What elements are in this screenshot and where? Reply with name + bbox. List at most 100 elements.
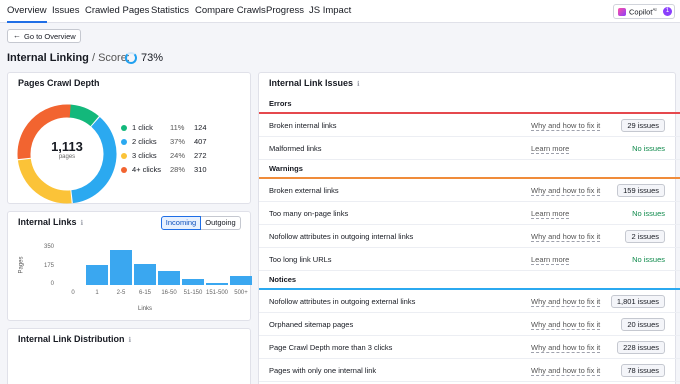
y-tick-label: 175 bbox=[43, 262, 54, 269]
issue-name[interactable]: Orphaned sitemap pages bbox=[269, 320, 353, 329]
tab-issues[interactable]: Issues bbox=[52, 0, 79, 23]
legend-count: 310 bbox=[194, 165, 207, 174]
issues-count-badge[interactable]: 78 issues bbox=[621, 364, 665, 377]
tab-overview[interactable]: Overview bbox=[7, 0, 47, 23]
y-tick-label: 0 bbox=[50, 281, 54, 287]
tab-js-impact[interactable]: JS Impact bbox=[309, 0, 351, 23]
issue-row[interactable]: Nofollow attributes in outgoing internal… bbox=[259, 225, 680, 248]
internal-links-card: Internal Links ℹ Incoming Outgoing Pages … bbox=[7, 211, 252, 322]
issue-name[interactable]: Nofollow attributes in outgoing internal… bbox=[269, 232, 413, 241]
legend-dot bbox=[121, 153, 127, 159]
issue-row[interactable]: Too many on-page links Learn more No issue… bbox=[259, 202, 680, 225]
donut-slice[interactable] bbox=[66, 104, 99, 127]
legend-pct: 11% bbox=[170, 123, 185, 132]
top-navigation: Overview Issues Crawled Pages Statistics… bbox=[0, 0, 680, 23]
issues-count-badge[interactable]: 1,801 issues bbox=[610, 295, 665, 308]
issue-row[interactable]: Broken internal links Why and how to fix … bbox=[259, 114, 680, 137]
links-chart: 350 175 0 0 1 2-5 6-15 16-50 51-150 151-500 500+ bbox=[8, 212, 252, 322]
legend-count: 124 bbox=[194, 123, 207, 132]
arrow-left-icon: ← bbox=[13, 31, 21, 40]
donut-total-label: pages bbox=[58, 154, 76, 160]
x-tick-label: 1 bbox=[95, 290, 99, 296]
help-link[interactable]: Why and how to fix it bbox=[531, 320, 601, 330]
issues-count-badge[interactable]: 2 issues bbox=[625, 230, 665, 243]
legend-pct: 24% bbox=[170, 151, 186, 160]
tab-progress[interactable]: Progress bbox=[266, 0, 304, 23]
score-ring-icon bbox=[125, 52, 137, 64]
legend-count: 272 bbox=[194, 151, 207, 160]
x-tick-label: 51-150 bbox=[183, 290, 203, 296]
issue-name[interactable]: Too many on-page links bbox=[269, 209, 348, 218]
section-heading: Notices bbox=[269, 275, 297, 284]
help-link[interactable]: Learn more bbox=[531, 209, 570, 219]
legend-count: 407 bbox=[194, 137, 207, 146]
issue-row[interactable]: Nofollow attributes in outgoing external… bbox=[259, 290, 680, 313]
chart-bar[interactable] bbox=[206, 282, 228, 285]
donut-slice[interactable] bbox=[17, 158, 72, 204]
info-icon[interactable]: ℹ bbox=[129, 337, 132, 344]
help-link[interactable]: Learn more bbox=[531, 255, 570, 265]
chart-bar[interactable] bbox=[86, 265, 108, 285]
copilot-ai-sup: AI bbox=[652, 7, 657, 12]
legend-dot bbox=[121, 139, 127, 145]
legend-label: 3 clicks bbox=[132, 151, 157, 160]
no-issues-text: No issues bbox=[632, 255, 665, 264]
page-title: Internal Linking / Score: bbox=[7, 52, 130, 64]
tab-statistics[interactable]: Statistics bbox=[151, 0, 189, 23]
tab-crawled-pages[interactable]: Crawled Pages bbox=[85, 0, 149, 23]
issue-name[interactable]: Broken external links bbox=[269, 186, 339, 195]
help-link[interactable]: Why and how to fix it bbox=[531, 297, 601, 307]
issue-row[interactable]: Orphaned sitemap pages Why and how to fix… bbox=[259, 313, 680, 336]
info-icon[interactable]: ℹ bbox=[357, 81, 360, 88]
x-tick-label: 0 bbox=[71, 290, 75, 296]
legend-label: 4+ clicks bbox=[132, 165, 161, 174]
help-link[interactable]: Why and how to fix it bbox=[531, 232, 601, 242]
chart-bar[interactable] bbox=[182, 278, 204, 285]
copilot-count-badge: 1 bbox=[663, 7, 672, 16]
score-value: 73% bbox=[141, 52, 164, 64]
issues-count-badge[interactable]: 228 issues bbox=[617, 341, 665, 354]
issue-name[interactable]: Too long link URLs bbox=[269, 255, 332, 264]
go-to-overview-button[interactable]: ← Go to Overview bbox=[7, 29, 81, 43]
help-link[interactable]: Why and how to fix it bbox=[531, 366, 601, 376]
issue-row[interactable]: Malformed links Learn more No issues bbox=[259, 137, 680, 160]
help-link[interactable]: Why and how to fix it bbox=[531, 343, 601, 353]
legend-dot bbox=[121, 167, 127, 173]
issue-name[interactable]: Page Crawl Depth more than 3 clicks bbox=[269, 343, 392, 352]
help-link[interactable]: Why and how to fix it bbox=[531, 121, 601, 131]
issues-count-badge[interactable]: 29 issues bbox=[621, 119, 665, 132]
issue-row[interactable]: Pages with only one internal link Why and… bbox=[259, 359, 680, 382]
chart-bar[interactable] bbox=[134, 263, 156, 285]
crawl-depth-title: Pages Crawl Depth bbox=[18, 78, 100, 88]
issues-count-badge[interactable]: 159 issues bbox=[617, 184, 665, 197]
issue-name[interactable]: Malformed links bbox=[269, 144, 322, 153]
x-axis-label: Links bbox=[138, 306, 153, 312]
x-tick-label: 151-500 bbox=[205, 290, 229, 296]
legend-pct: 28% bbox=[170, 165, 186, 174]
score-separator: / Score: bbox=[88, 52, 130, 64]
donut-total: 1,113 bbox=[51, 139, 83, 154]
copilot-button[interactable]: CopilotAI 1 bbox=[613, 4, 675, 19]
help-link[interactable]: Learn more bbox=[531, 144, 570, 154]
crawl-depth-card: Pages Crawl Depth 1,113 pages 1 click 11… bbox=[7, 72, 251, 204]
legend-dot bbox=[121, 125, 127, 131]
issues-count-badge[interactable]: 20 issues bbox=[621, 318, 665, 331]
issue-row[interactable]: Broken external links Why and how to fix … bbox=[259, 179, 680, 202]
section-heading: Errors bbox=[269, 99, 292, 108]
issue-name[interactable]: Broken internal links bbox=[269, 121, 337, 130]
link-issues-card: Internal Link Issues ℹ Errors Broken inter… bbox=[258, 72, 680, 384]
chart-bar[interactable] bbox=[110, 250, 132, 285]
legend-label: 1 click bbox=[132, 123, 153, 132]
no-issues-text: No issues bbox=[632, 144, 665, 153]
issue-name[interactable]: Pages with only one internal link bbox=[269, 366, 376, 375]
help-link[interactable]: Why and how to fix it bbox=[531, 186, 601, 196]
chart-bar[interactable] bbox=[230, 276, 252, 285]
tab-compare-crawls[interactable]: Compare Crawls bbox=[195, 0, 266, 23]
go-to-overview-label: Go to Overview bbox=[24, 32, 76, 41]
issue-name[interactable]: Nofollow attributes in outgoing external… bbox=[269, 297, 415, 306]
copilot-label: Copilot bbox=[629, 7, 653, 17]
issue-row[interactable]: Too long link URLs Learn more No issues bbox=[259, 248, 680, 271]
x-tick-label: 2-5 bbox=[116, 290, 126, 296]
issue-row[interactable]: Page Crawl Depth more than 3 clicks Why a… bbox=[259, 336, 680, 359]
chart-bar[interactable] bbox=[158, 270, 180, 285]
